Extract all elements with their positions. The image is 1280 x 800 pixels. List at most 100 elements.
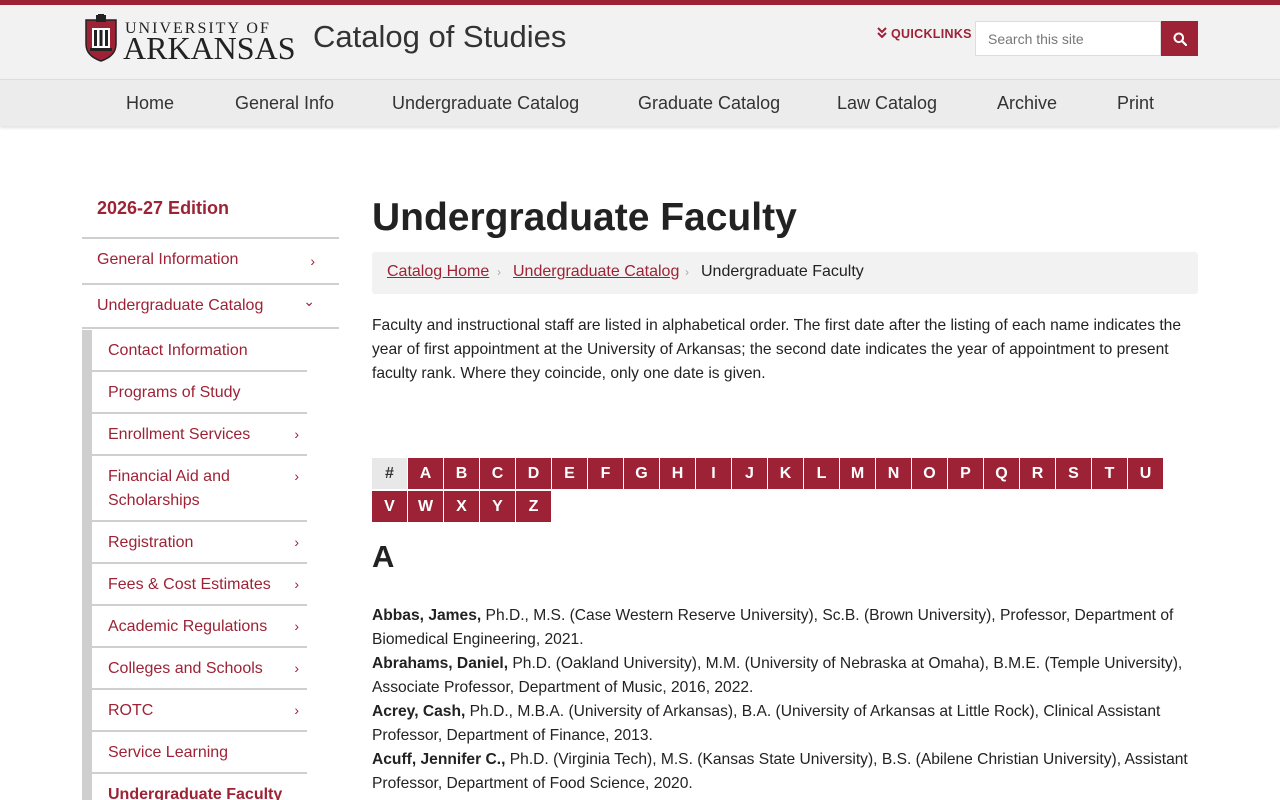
submenu-rail: [82, 330, 92, 800]
az-index-t[interactable]: T: [1092, 458, 1127, 489]
sidebar-item-label: Programs of Study: [108, 384, 241, 401]
faculty-entry: Abbas, James, Ph.D., M.S. (Case Western …: [372, 604, 1198, 652]
intro-paragraph: Faculty and instructional staff are list…: [372, 317, 1182, 382]
main-navigation: Home General Info Undergraduate Catalog …: [0, 79, 1280, 126]
sidebar-item-label: Fees & Cost Estimates: [108, 576, 271, 593]
sidebar-item-label: Contact Information: [108, 342, 248, 359]
az-index-z[interactable]: Z: [516, 491, 551, 522]
old-main-shield-icon: [85, 14, 117, 62]
nav-print[interactable]: Print: [1117, 93, 1154, 114]
az-index-x[interactable]: X: [444, 491, 479, 522]
az-index-e[interactable]: E: [552, 458, 587, 489]
breadcrumb-catalog-home[interactable]: Catalog Home: [387, 263, 489, 281]
az-index-c[interactable]: C: [480, 458, 515, 489]
az-index-i[interactable]: I: [696, 458, 731, 489]
faculty-entry: Abrahams, Daniel, Ph.D. (Oakland Univers…: [372, 652, 1198, 700]
chevron-right-icon[interactable]: ›: [310, 253, 315, 269]
az-index-m[interactable]: M: [840, 458, 875, 489]
sidebar-item-label: Undergraduate Catalog: [97, 297, 264, 314]
sidebar-item-label: ROTC: [108, 702, 154, 719]
faculty-entry: Acuff, Jennifer C., Ph.D. (Virginia Tech…: [372, 748, 1198, 796]
chevron-right-icon[interactable]: ›: [294, 618, 299, 634]
az-index-w[interactable]: W: [408, 491, 443, 522]
nav-home[interactable]: Home: [126, 93, 174, 114]
nav-graduate-catalog[interactable]: Graduate Catalog: [638, 93, 780, 114]
faculty-name: Acrey, Cash,: [372, 703, 466, 720]
sidebar-item-academic-regulations[interactable]: Academic Regulations ›: [92, 606, 307, 648]
chevron-right-icon[interactable]: ›: [294, 702, 299, 718]
az-index-g[interactable]: G: [624, 458, 659, 489]
az-index-hash[interactable]: #: [372, 458, 407, 489]
az-index-q[interactable]: Q: [984, 458, 1019, 489]
sidebar-item-label: Colleges and Schools: [108, 660, 263, 677]
sidebar-item-financial-aid[interactable]: Financial Aid and Scholarships ›: [92, 456, 307, 522]
double-chevron-down-icon: [877, 27, 887, 41]
breadcrumb-undergraduate-catalog[interactable]: Undergraduate Catalog: [513, 263, 679, 281]
chevron-right-icon[interactable]: ›: [294, 660, 299, 676]
faculty-name: Acuff, Jennifer C.,: [372, 751, 506, 768]
logo-text-arkansas: ARKANSAS: [123, 30, 296, 66]
az-index-k[interactable]: K: [768, 458, 803, 489]
sidebar-item-label: Enrollment Services: [108, 426, 251, 443]
az-index-b[interactable]: B: [444, 458, 479, 489]
az-index-l[interactable]: L: [804, 458, 839, 489]
breadcrumb-current: Undergraduate Faculty: [701, 263, 864, 280]
faculty-name: Abrahams, Daniel,: [372, 655, 509, 672]
breadcrumb: Catalog Home › Undergraduate Catalog › U…: [372, 252, 1198, 294]
site-header: UNIVERSITY OF ARKANSAS Catalog of Studie…: [0, 5, 1280, 79]
chevron-down-icon[interactable]: ⌄: [303, 293, 315, 310]
breadcrumb-separator-icon: ›: [685, 265, 689, 279]
sidebar-item-service-learning[interactable]: Service Learning: [92, 732, 307, 774]
sidebar-item-rotc[interactable]: ROTC ›: [92, 690, 307, 732]
faculty-name: Abbas, James,: [372, 607, 482, 624]
az-index-s[interactable]: S: [1056, 458, 1091, 489]
chevron-right-icon[interactable]: ›: [294, 576, 299, 592]
az-index-a[interactable]: A: [408, 458, 443, 489]
sidebar-item-general-information[interactable]: General Information ›: [82, 237, 339, 283]
section-heading-a: A: [372, 539, 395, 574]
sidebar-item-undergraduate-faculty[interactable]: Undergraduate Faculty: [92, 774, 307, 800]
az-index-n[interactable]: N: [876, 458, 911, 489]
nav-undergraduate-catalog[interactable]: Undergraduate Catalog: [392, 93, 579, 114]
az-index-o[interactable]: O: [912, 458, 947, 489]
sidebar-item-contact-information[interactable]: Contact Information: [92, 330, 307, 372]
az-index-v[interactable]: V: [372, 491, 407, 522]
sidebar-item-fees-cost-estimates[interactable]: Fees & Cost Estimates ›: [92, 564, 307, 606]
breadcrumb-separator-icon: ›: [497, 265, 501, 279]
sidebar-item-registration[interactable]: Registration ›: [92, 522, 307, 564]
page-title: Undergraduate Faculty: [372, 196, 797, 239]
sidebar-item-label: General Information: [97, 251, 239, 268]
faculty-details: Ph.D., M.B.A. (University of Arkansas), …: [372, 703, 1161, 744]
az-index-d[interactable]: D: [516, 458, 551, 489]
sidebar-item-label: Academic Regulations: [108, 618, 268, 635]
sidebar-item-label: Undergraduate Faculty: [108, 786, 283, 800]
sidebar-item-label: Financial Aid and Scholarships: [108, 468, 230, 509]
edition-link[interactable]: 2026-27 Edition: [97, 198, 229, 219]
search-input[interactable]: [975, 21, 1161, 56]
chevron-right-icon[interactable]: ›: [294, 534, 299, 550]
az-index-p[interactable]: P: [948, 458, 983, 489]
sidebar-item-label: Service Learning: [108, 744, 229, 761]
quicklinks-label: QUICKLINKS: [891, 27, 972, 41]
faculty-entry: Acrey, Cash, Ph.D., M.B.A. (University o…: [372, 700, 1198, 748]
sidebar-item-colleges-and-schools[interactable]: Colleges and Schools ›: [92, 648, 307, 690]
az-index-y[interactable]: Y: [480, 491, 515, 522]
search-button[interactable]: [1161, 21, 1198, 56]
faculty-list: Abbas, James, Ph.D., M.S. (Case Western …: [372, 604, 1198, 796]
az-index-f[interactable]: F: [588, 458, 623, 489]
sidebar-item-programs-of-study[interactable]: Programs of Study: [92, 372, 307, 414]
quicklinks-toggle[interactable]: QUICKLINKS: [877, 27, 972, 41]
university-logo[interactable]: UNIVERSITY OF ARKANSAS: [84, 14, 295, 66]
az-index-r[interactable]: R: [1020, 458, 1055, 489]
site-title[interactable]: Catalog of Studies: [313, 19, 566, 55]
az-index-j[interactable]: J: [732, 458, 767, 489]
nav-archive[interactable]: Archive: [997, 93, 1057, 114]
az-index-u[interactable]: U: [1128, 458, 1163, 489]
nav-law-catalog[interactable]: Law Catalog: [837, 93, 937, 114]
az-index-h[interactable]: H: [660, 458, 695, 489]
sidebar-item-undergraduate-catalog[interactable]: Undergraduate Catalog ⌄: [82, 283, 339, 329]
sidebar-item-enrollment-services[interactable]: Enrollment Services ›: [92, 414, 307, 456]
chevron-right-icon[interactable]: ›: [294, 426, 299, 442]
nav-general-info[interactable]: General Info: [235, 93, 334, 114]
chevron-right-icon[interactable]: ›: [294, 468, 299, 484]
